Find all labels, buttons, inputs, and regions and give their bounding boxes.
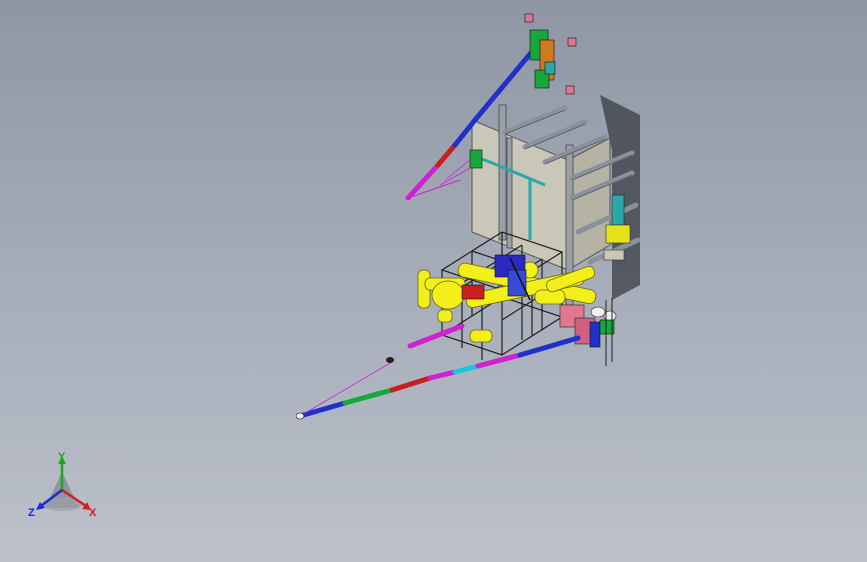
back-panel <box>471 119 569 271</box>
lower-boom-tip <box>295 412 305 420</box>
cad-viewport[interactable]: Y X Z <box>0 0 867 562</box>
y-axis-label: Y <box>58 451 66 463</box>
axis-triad: Y X Z <box>28 451 97 519</box>
panel-device <box>469 149 483 169</box>
z-axis-label: Z <box>28 507 35 519</box>
assembly-model[interactable]: Y X Z <box>0 0 867 562</box>
x-axis-label: X <box>89 507 97 519</box>
floating-nozzle <box>386 357 394 363</box>
upper-boom-head <box>524 13 577 95</box>
lower-boom-arm <box>297 323 581 419</box>
flange-cluster <box>559 298 617 366</box>
